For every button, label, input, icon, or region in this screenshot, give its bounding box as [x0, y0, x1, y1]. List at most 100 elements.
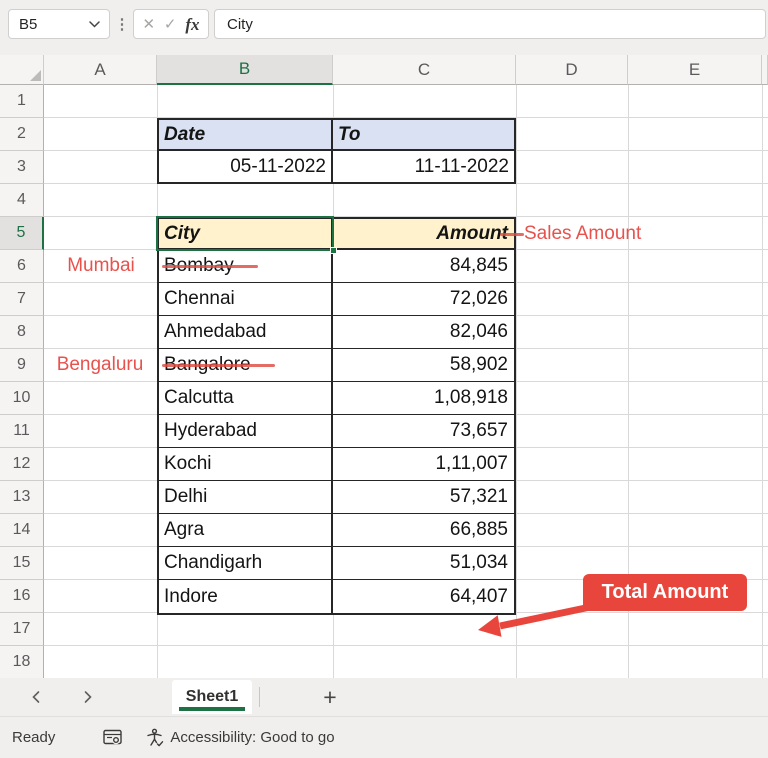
insert-function-button[interactable]: fx [185, 16, 199, 33]
select-all-corner[interactable] [0, 55, 44, 85]
row-header-12[interactable]: 12 [0, 448, 44, 481]
enter-button[interactable]: ✓ [164, 17, 177, 32]
formula-bar-row: B5 ⋮ ✕ ✓ fx City [0, 0, 768, 48]
amount-cell[interactable]: 82,046 [333, 316, 514, 348]
formula-value: City [227, 15, 253, 33]
amount-cell[interactable]: 1,08,918 [333, 382, 514, 414]
row-header-3[interactable]: 3 [0, 151, 44, 184]
formula-buttons: ✕ ✓ fx [133, 9, 209, 39]
spreadsheet: ABCDE 1 2 3 4 5 6 7 8 9 10 11 12 13 14 15 16 17 18 Date To… [0, 48, 768, 678]
table-row: Bangalore 58,902 [159, 349, 514, 382]
city-cell[interactable]: Calcutta [159, 382, 333, 414]
city-cell[interactable]: Kochi [159, 448, 333, 480]
row-header-18[interactable]: 18 [0, 646, 44, 678]
row-header-9[interactable]: 9 [0, 349, 44, 382]
amount-cell[interactable]: 58,902 [333, 349, 514, 381]
next-sheet-icon[interactable] [76, 685, 100, 709]
row-header-14[interactable]: 14 [0, 514, 44, 547]
date-range-table: Date To 05-11-2022 11-11-2022 [157, 118, 516, 184]
row-header-13[interactable]: 13 [0, 481, 44, 514]
add-sheet-button[interactable]: + [315, 682, 345, 712]
column-header-C[interactable]: C [333, 55, 516, 85]
city-cell[interactable]: Agra [159, 514, 333, 546]
row-header-11[interactable]: 11 [0, 415, 44, 448]
city-cell[interactable]: Delhi [159, 481, 333, 513]
amount-cell[interactable]: 57,321 [333, 481, 514, 513]
amount-cell[interactable]: 73,657 [333, 415, 514, 447]
table-row: Ahmedabad 82,046 [159, 316, 514, 349]
amount-cell[interactable]: 64,407 [333, 580, 514, 613]
tab-sheet1[interactable]: Sheet1 [172, 680, 252, 714]
tab-divider [259, 687, 260, 707]
table-row: Hyderabad 73,657 [159, 415, 514, 448]
column-header-B[interactable]: B [157, 55, 333, 85]
column-header-E[interactable]: E [628, 55, 762, 85]
sales-table-header-row: City Amount [159, 219, 524, 250]
column-header-D[interactable]: D [516, 55, 628, 85]
cancel-button[interactable]: ✕ [142, 17, 155, 32]
city-cell[interactable]: Bombay [159, 250, 333, 282]
table-row: Calcutta 1,08,918 [159, 382, 514, 415]
table-row: Delhi 57,321 [159, 481, 514, 514]
date-table-value[interactable]: 05-11-2022 [159, 151, 333, 182]
row-header-6[interactable]: 6 [0, 250, 44, 283]
name-box-value: B5 [19, 15, 38, 33]
macro-record-icon[interactable] [102, 727, 123, 748]
city-header-cell[interactable]: City [159, 219, 333, 248]
row-header-5[interactable]: 5 [0, 217, 44, 250]
table-row: Bombay 84,845 [159, 250, 514, 283]
date-table-header[interactable]: To [333, 120, 514, 151]
sheet-tab-bar: Sheet1 + [0, 678, 768, 716]
city-cell[interactable]: Chandigarh [159, 547, 333, 579]
city-cell[interactable]: Indore [159, 580, 333, 613]
status-bar: Ready Accessibility: Good to go [0, 716, 768, 758]
row-header-7[interactable]: 7 [0, 283, 44, 316]
city-cell[interactable]: Chennai [159, 283, 333, 315]
amount-cell[interactable]: 51,034 [333, 547, 514, 579]
sheet-tab-label: Sheet1 [185, 688, 239, 705]
gridline-vertical [516, 85, 517, 678]
row-header-8[interactable]: 8 [0, 316, 44, 349]
annotation-sales-amount: Sales Amount [524, 223, 642, 244]
table-row: Indore 64,407 [159, 580, 514, 613]
status-ready: Ready [12, 729, 56, 746]
city-cell[interactable]: Bangalore [159, 349, 333, 381]
date-table-header[interactable]: Date [159, 120, 333, 151]
name-box-resize-handle-icon[interactable]: ⋮ [113, 9, 131, 39]
row-header-2[interactable]: 2 [0, 118, 44, 151]
accessibility-status[interactable]: Accessibility: Good to go [170, 729, 334, 746]
amount-cell[interactable]: 66,885 [333, 514, 514, 546]
amount-header-cell[interactable]: Amount [333, 219, 524, 248]
row-header-4[interactable]: 4 [0, 184, 44, 217]
column-headers: ABCDE [0, 55, 768, 85]
row-header-17[interactable]: 17 [0, 613, 44, 646]
amount-cell[interactable]: 72,026 [333, 283, 514, 315]
city-cell[interactable]: Ahmedabad [159, 316, 333, 348]
row-headers: 1 2 3 4 5 6 7 8 9 10 11 12 13 14 15 16 17 18 [0, 85, 44, 678]
previous-sheet-icon[interactable] [24, 685, 48, 709]
table-row: Chandigarh 51,034 [159, 547, 514, 580]
column-header-A[interactable]: A [44, 55, 157, 85]
table-row: Kochi 1,11,007 [159, 448, 514, 481]
name-box[interactable]: B5 [8, 9, 110, 39]
row-header-16[interactable]: 16 [0, 580, 44, 613]
amount-cell[interactable]: 84,845 [333, 250, 514, 282]
annotation-mumbai: Mumbai [67, 255, 135, 276]
excel-window: B5 ⋮ ✕ ✓ fx City ABCDE 1 2 3 4 5 6 7 8 9 10 11 12 13… [0, 0, 768, 758]
amount-cell[interactable]: 1,11,007 [333, 448, 514, 480]
table-row: Chennai 72,026 [159, 283, 514, 316]
total-amount-callout: Total Amount [583, 574, 747, 611]
date-table-value[interactable]: 11-11-2022 [333, 151, 514, 182]
accessibility-icon[interactable] [145, 728, 165, 748]
row-header-10[interactable]: 10 [0, 382, 44, 415]
formula-input[interactable]: City [214, 9, 766, 39]
chevron-down-icon[interactable] [89, 20, 100, 28]
active-tab-underline [179, 707, 245, 711]
city-cell[interactable]: Hyderabad [159, 415, 333, 447]
table-row: Agra 66,885 [159, 514, 514, 547]
gridline-vertical [762, 85, 763, 678]
sales-table: City Amount Bombay 84,845 Chennai 72,026 Ahmed… [157, 217, 524, 615]
row-header-1[interactable]: 1 [0, 85, 44, 118]
row-header-15[interactable]: 15 [0, 547, 44, 580]
column-header-partial[interactable] [762, 55, 768, 85]
